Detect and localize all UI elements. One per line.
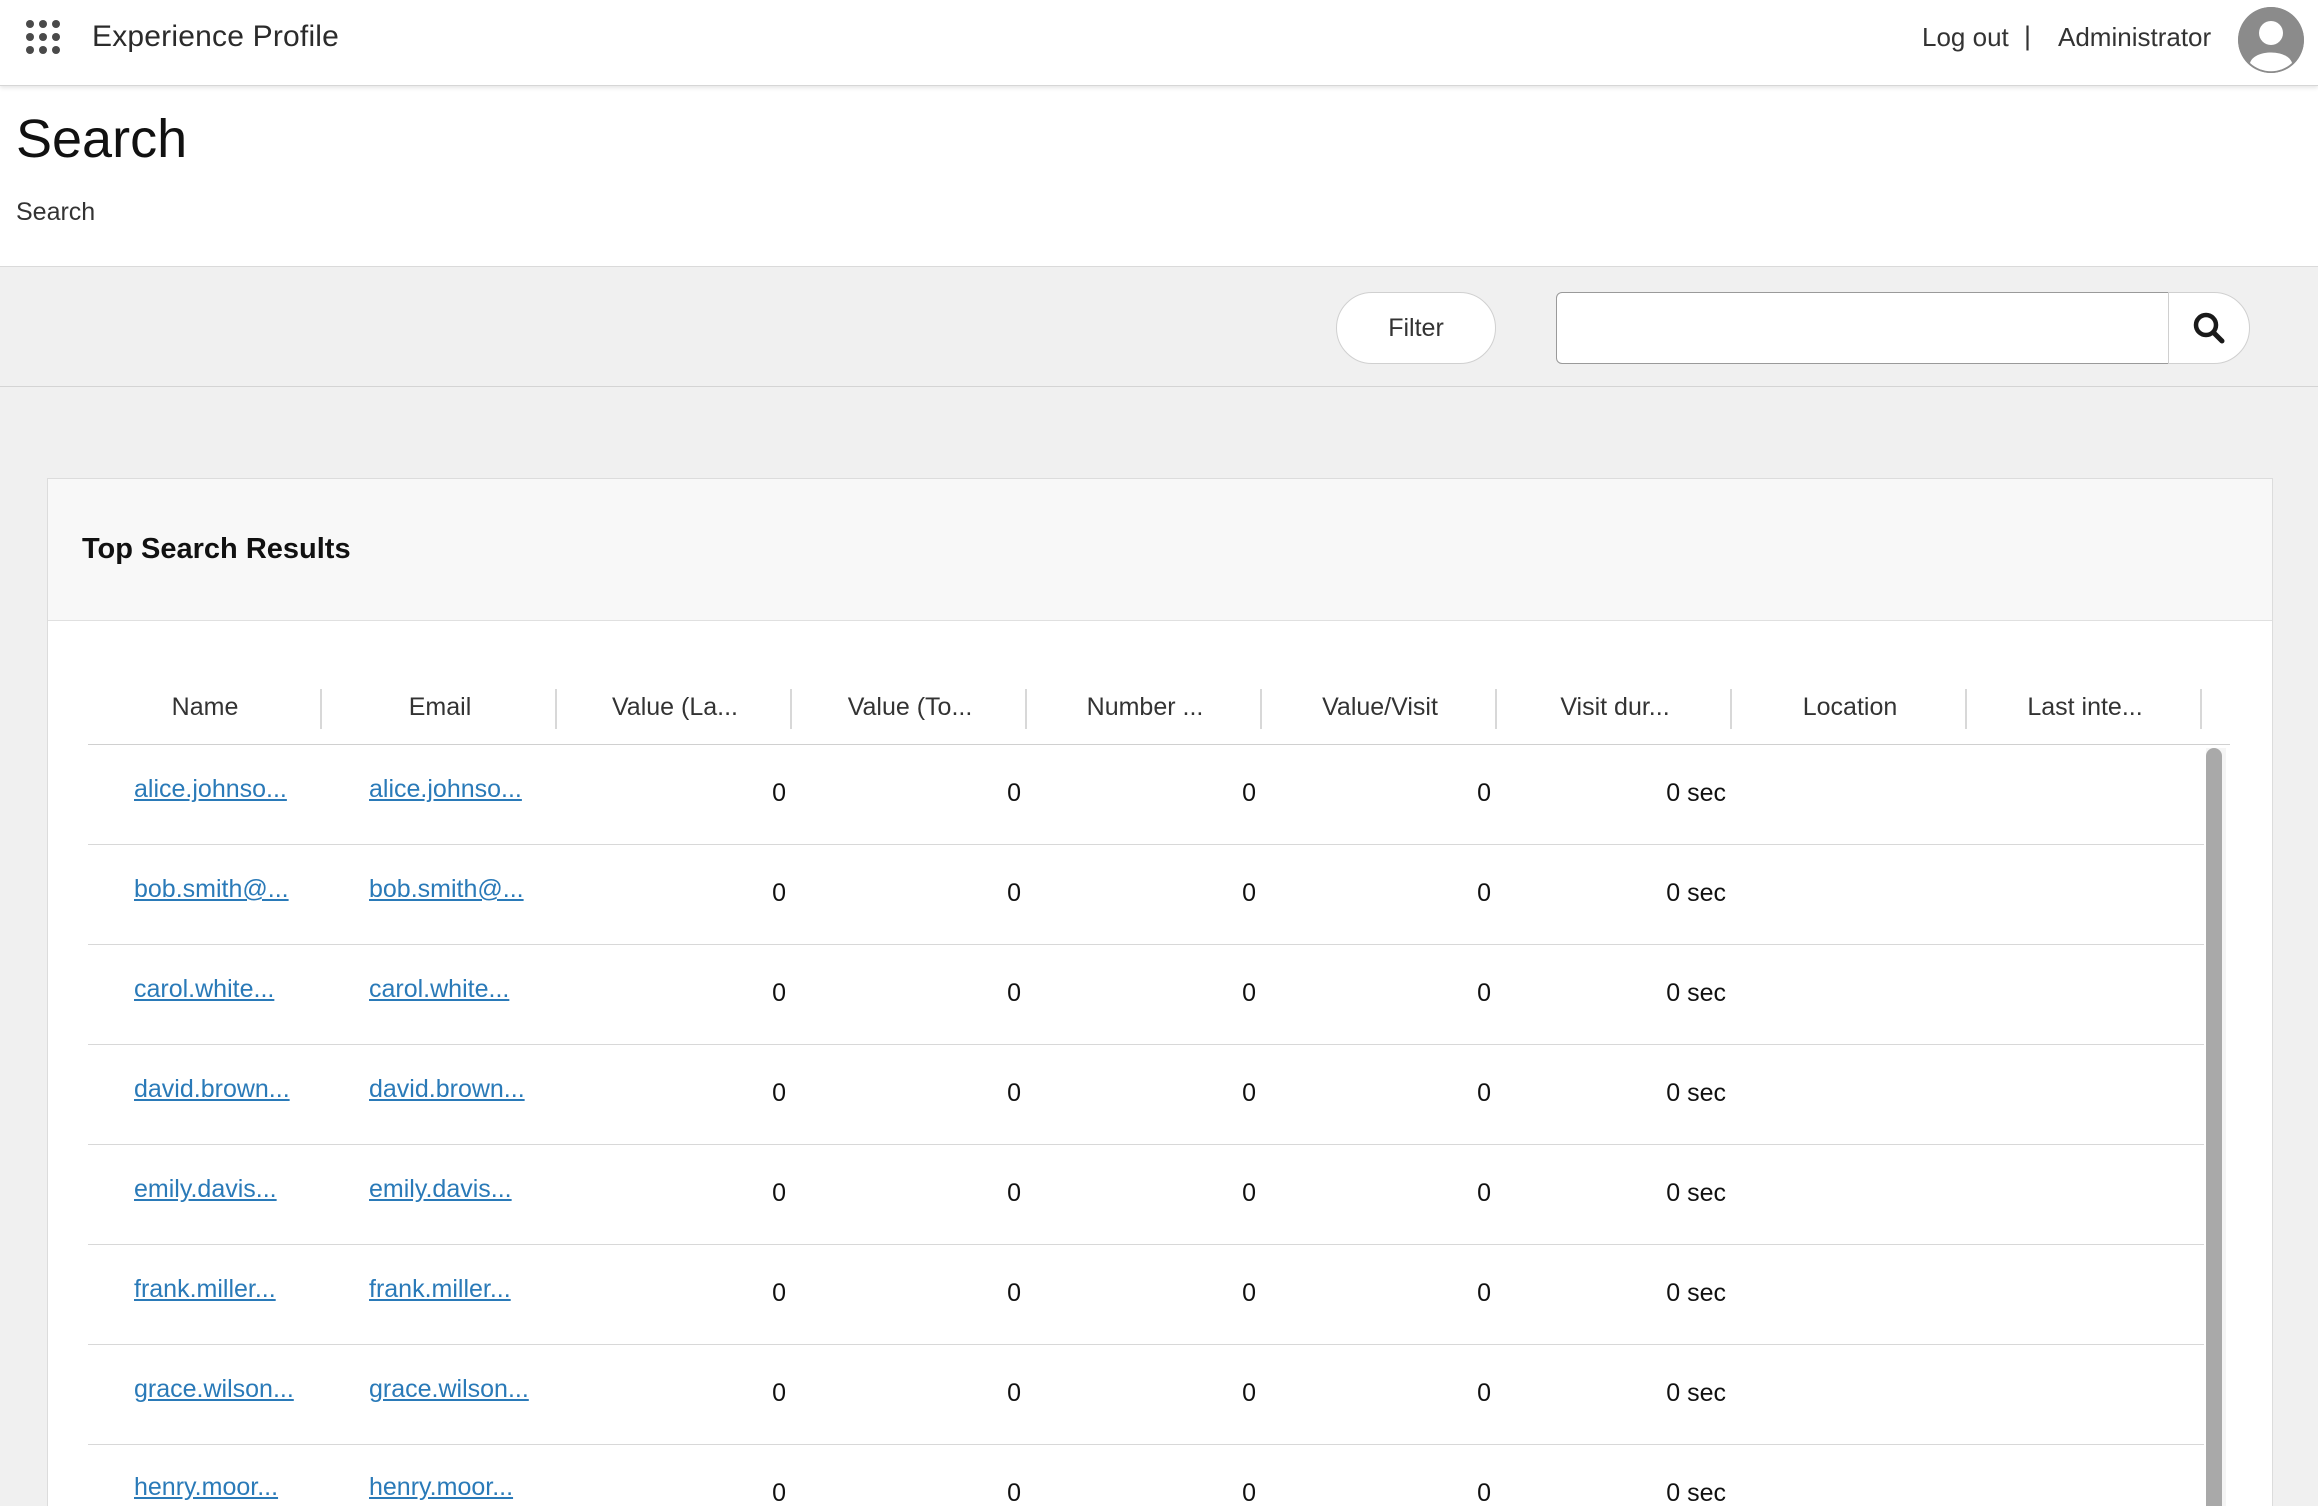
column-header-last-interaction[interactable]: Last inte... (1968, 669, 2202, 745)
results-title: Top Search Results (82, 533, 351, 565)
number-cell: 0 (1242, 1379, 1256, 1407)
search-button[interactable] (2168, 292, 2250, 364)
page-title: Search (16, 109, 188, 169)
results-card: Top Search Results Name Email Value (La.… (47, 478, 2273, 1506)
logout-link[interactable]: Log out (1922, 22, 2009, 53)
column-header-value-visit[interactable]: Value/Visit (1263, 669, 1497, 745)
scrollbar-thumb[interactable] (2206, 748, 2222, 1506)
contact-name-link[interactable]: carol.white... (134, 975, 274, 1004)
visit-duration-cell: 0 sec (1666, 1479, 1726, 1506)
value-total-cell: 0 (1007, 1279, 1021, 1307)
value-visit-cell: 0 (1477, 779, 1491, 807)
user-avatar-icon[interactable] (2238, 7, 2304, 73)
value-last-cell: 0 (772, 879, 786, 907)
contact-email-link[interactable]: alice.johnso... (369, 775, 522, 804)
contact-name-link[interactable]: david.brown... (134, 1075, 290, 1104)
visit-duration-cell: 0 sec (1666, 1379, 1726, 1407)
table-row[interactable]: alice.johnso... alice.johnso... 0 0 0 0 … (88, 745, 2204, 845)
contact-name-link[interactable]: alice.johnso... (134, 775, 287, 804)
visit-duration-cell: 0 sec (1666, 1279, 1726, 1307)
number-cell: 0 (1242, 979, 1256, 1007)
breadcrumb[interactable]: Search (16, 198, 95, 227)
contact-name-link[interactable]: henry.moor... (134, 1473, 278, 1502)
column-header-email[interactable]: Email (323, 669, 557, 745)
visit-duration-cell: 0 sec (1666, 1179, 1726, 1207)
number-cell: 0 (1242, 1479, 1256, 1506)
filter-button[interactable]: Filter (1336, 292, 1496, 364)
value-total-cell: 0 (1007, 1079, 1021, 1107)
contact-email-link[interactable]: grace.wilson... (369, 1375, 529, 1404)
table-row[interactable]: henry.moor... henry.moor... 0 0 0 0 0 se… (88, 1445, 2204, 1506)
table-body: alice.johnso... alice.johnso... 0 0 0 0 … (88, 745, 2204, 1506)
column-header-visit-duration[interactable]: Visit dur... (1498, 669, 1732, 745)
number-cell: 0 (1242, 1279, 1256, 1307)
column-header-value-total[interactable]: Value (To... (793, 669, 1027, 745)
apps-grid-icon[interactable] (26, 20, 60, 54)
toolbar-divider (0, 386, 2318, 387)
value-visit-cell: 0 (1477, 1479, 1491, 1506)
visit-duration-cell: 0 sec (1666, 1079, 1726, 1107)
value-last-cell: 0 (772, 1179, 786, 1207)
user-name: Administrator (2058, 22, 2212, 52)
contact-email-link[interactable]: emily.davis... (369, 1175, 512, 1204)
table-header: Name Email Value (La... Value (To... Num… (88, 669, 2230, 745)
contact-email-link[interactable]: henry.moor... (369, 1473, 513, 1502)
top-bar: Experience Profile Log out | Administrat… (0, 0, 2318, 86)
value-visit-cell: 0 (1477, 1279, 1491, 1307)
visit-duration-cell: 0 sec (1666, 979, 1726, 1007)
value-last-cell: 0 (772, 1279, 786, 1307)
table-row[interactable]: bob.smith@... bob.smith@... 0 0 0 0 0 se… (88, 845, 2204, 945)
number-cell: 0 (1242, 879, 1256, 907)
search-input[interactable] (1556, 292, 2170, 364)
results-scrollbar[interactable] (2206, 748, 2226, 1506)
contact-name-link[interactable]: bob.smith@... (134, 875, 289, 904)
header-separator: | (2024, 21, 2032, 51)
table-row[interactable]: carol.white... carol.white... 0 0 0 0 0 … (88, 945, 2204, 1045)
contact-name-link[interactable]: frank.miller... (134, 1275, 276, 1304)
value-total-cell: 0 (1007, 1379, 1021, 1407)
value-total-cell: 0 (1007, 1179, 1021, 1207)
value-total-cell: 0 (1007, 979, 1021, 1007)
value-last-cell: 0 (772, 1479, 786, 1506)
value-last-cell: 0 (772, 979, 786, 1007)
number-cell: 0 (1242, 779, 1256, 807)
table-row[interactable]: emily.davis... emily.davis... 0 0 0 0 0 … (88, 1145, 2204, 1245)
contact-email-link[interactable]: frank.miller... (369, 1275, 511, 1304)
column-header-value-last[interactable]: Value (La... (558, 669, 792, 745)
contact-name-link[interactable]: emily.davis... (134, 1175, 277, 1204)
number-cell: 0 (1242, 1079, 1256, 1107)
value-last-cell: 0 (772, 1079, 786, 1107)
table-row[interactable]: david.brown... david.brown... 0 0 0 0 0 … (88, 1045, 2204, 1145)
table-row[interactable]: frank.miller... frank.miller... 0 0 0 0 … (88, 1245, 2204, 1345)
table-row[interactable]: grace.wilson... grace.wilson... 0 0 0 0 … (88, 1345, 2204, 1445)
value-last-cell: 0 (772, 779, 786, 807)
visit-duration-cell: 0 sec (1666, 879, 1726, 907)
contact-email-link[interactable]: carol.white... (369, 975, 509, 1004)
value-visit-cell: 0 (1477, 1079, 1491, 1107)
value-total-cell: 0 (1007, 779, 1021, 807)
contact-name-link[interactable]: grace.wilson... (134, 1375, 294, 1404)
app-title: Experience Profile (92, 20, 340, 53)
column-header-location[interactable]: Location (1733, 669, 1967, 745)
value-visit-cell: 0 (1477, 979, 1491, 1007)
results-card-header: Top Search Results (48, 479, 2272, 621)
value-visit-cell: 0 (1477, 1379, 1491, 1407)
contact-email-link[interactable]: bob.smith@... (369, 875, 524, 904)
visit-duration-cell: 0 sec (1666, 779, 1726, 807)
column-header-number[interactable]: Number ... (1028, 669, 1262, 745)
contact-email-link[interactable]: david.brown... (369, 1075, 525, 1104)
value-visit-cell: 0 (1477, 879, 1491, 907)
value-last-cell: 0 (772, 1379, 786, 1407)
value-total-cell: 0 (1007, 1479, 1021, 1506)
search-icon (2193, 312, 2225, 344)
column-header-name[interactable]: Name (88, 669, 322, 745)
value-visit-cell: 0 (1477, 1179, 1491, 1207)
number-cell: 0 (1242, 1179, 1256, 1207)
value-total-cell: 0 (1007, 879, 1021, 907)
